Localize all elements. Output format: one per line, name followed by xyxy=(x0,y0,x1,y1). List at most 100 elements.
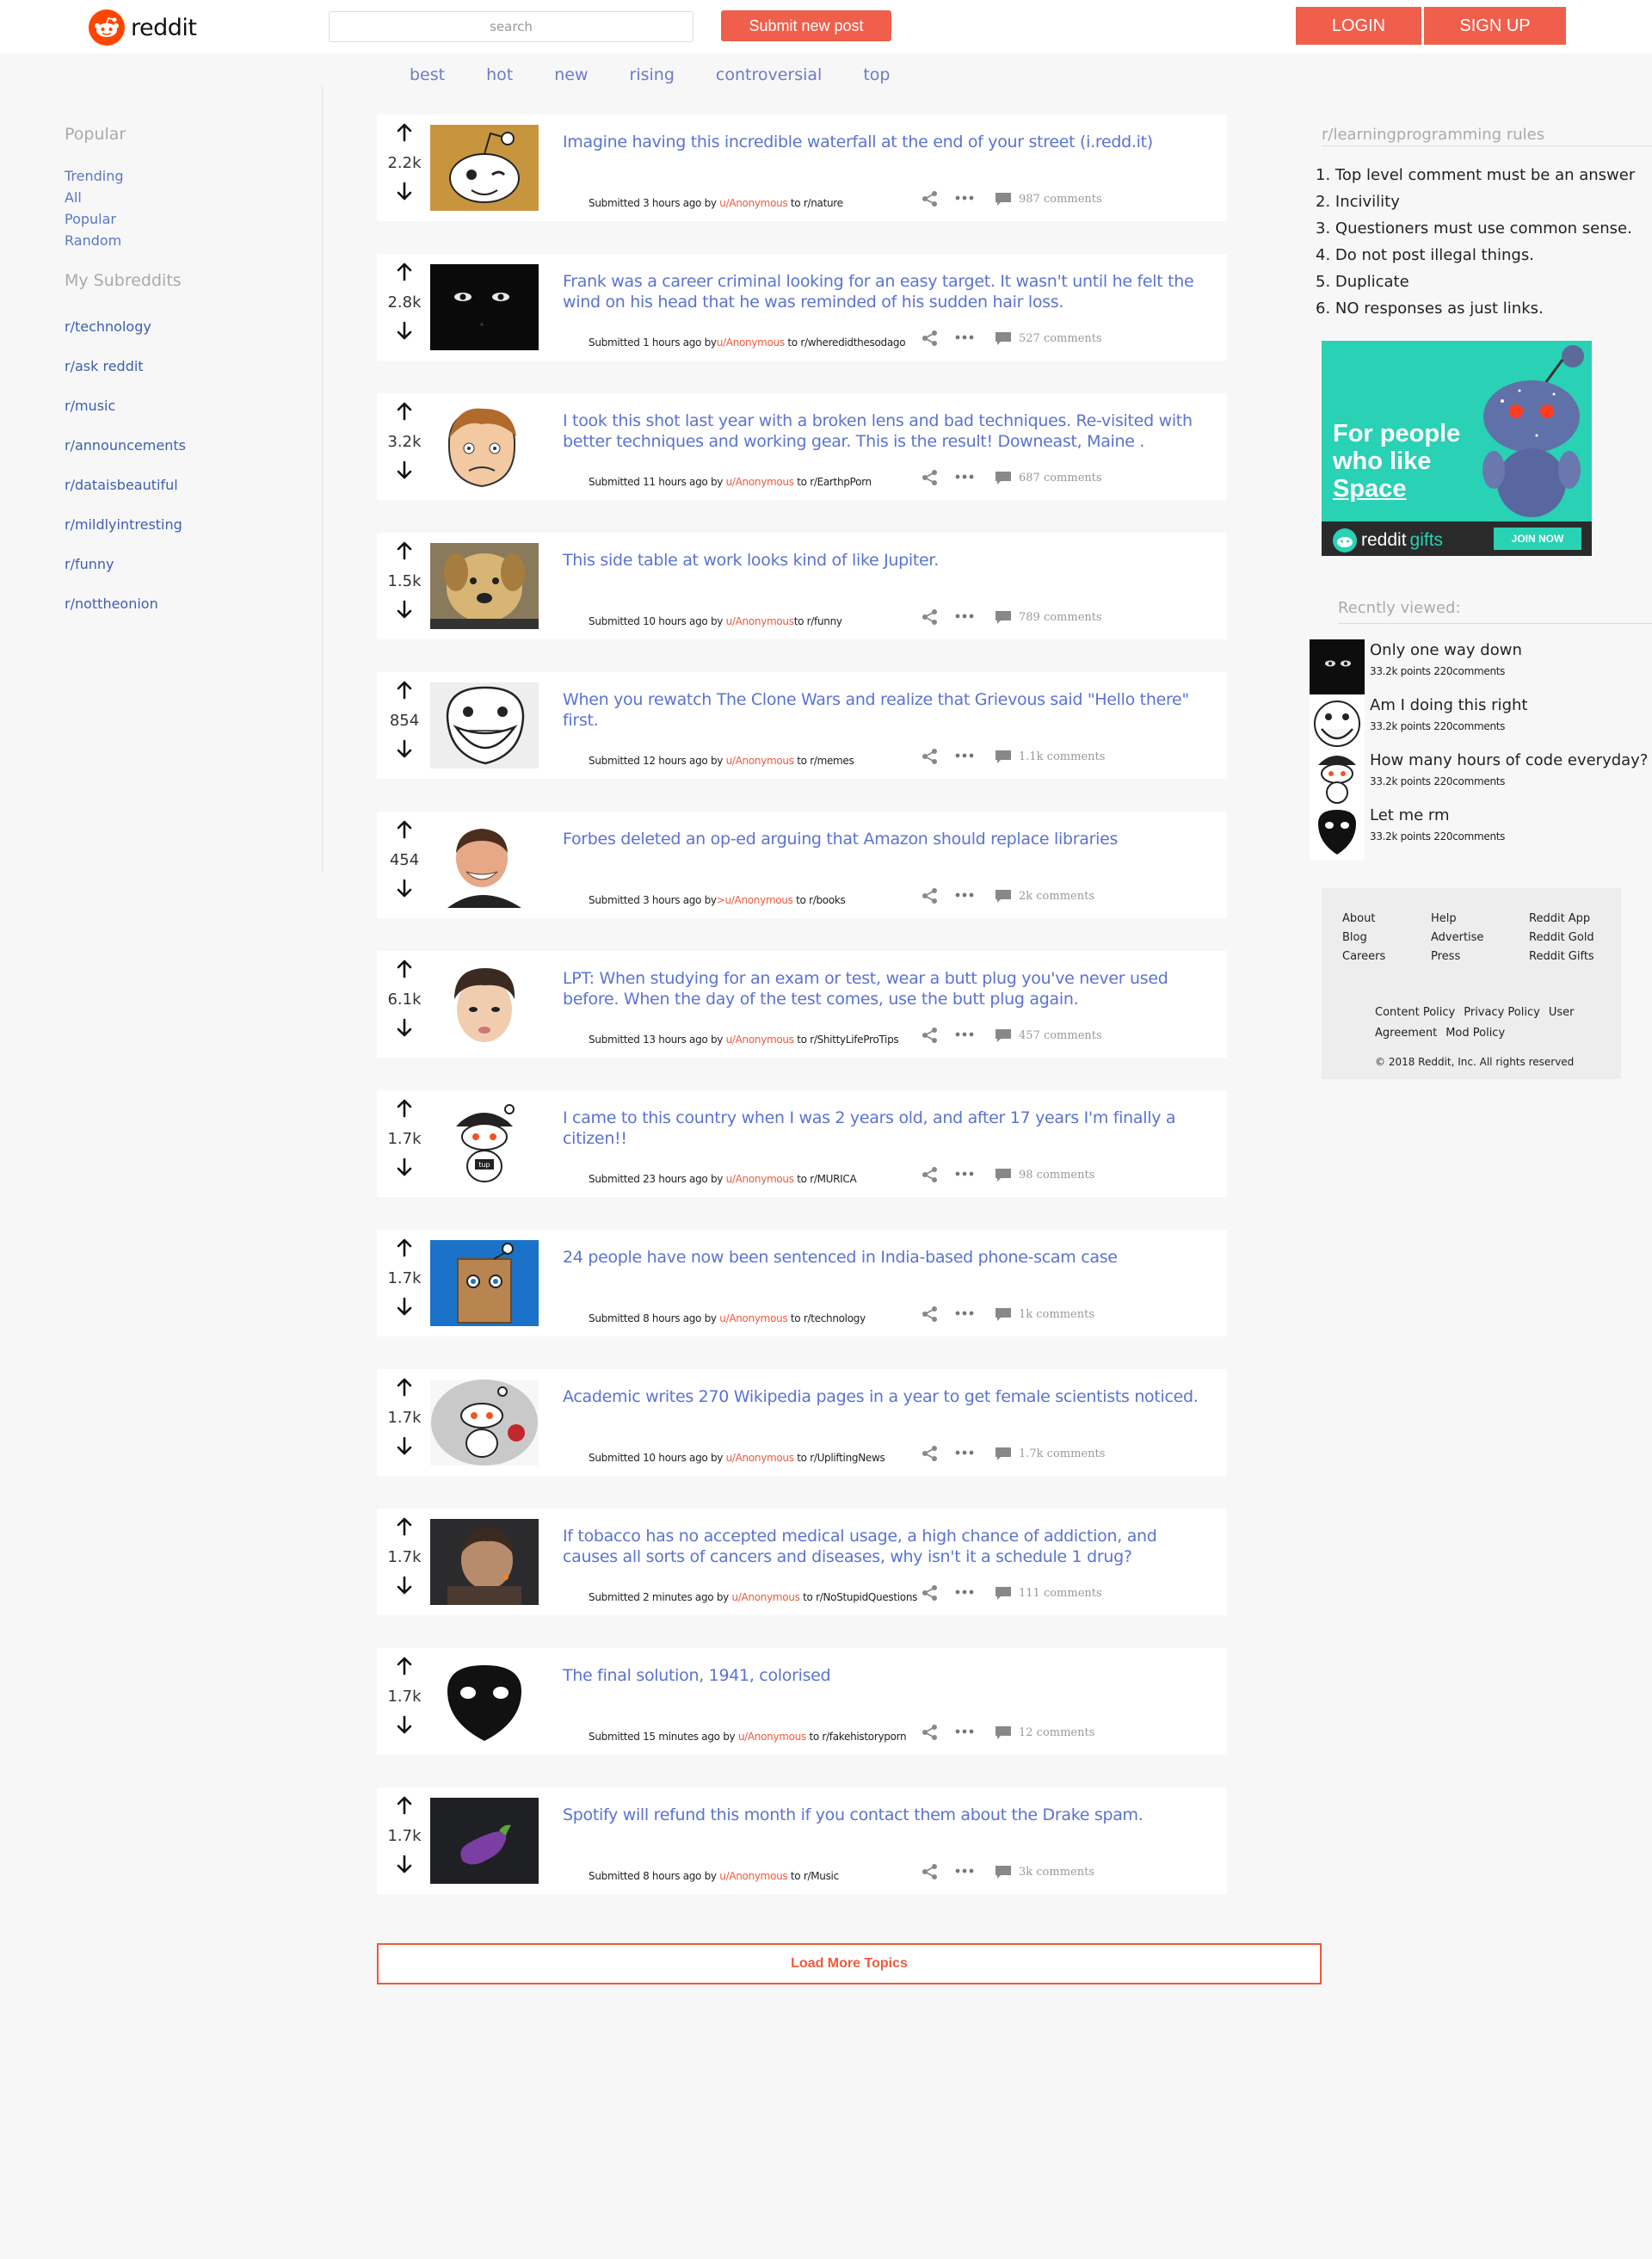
post-author-link[interactable]: u/Anonymous xyxy=(719,1312,787,1324)
share-icon[interactable] xyxy=(922,1305,939,1323)
post-author-link[interactable]: u/Anonymous xyxy=(719,1870,787,1882)
post-thumbnail[interactable] xyxy=(430,1798,539,1884)
post-subreddit-link[interactable]: r/memes xyxy=(810,755,854,767)
post-thumbnail[interactable] xyxy=(430,1379,539,1466)
post-card[interactable]: 2.8k Frank was a career criminal looking… xyxy=(377,254,1227,361)
more-options-icon[interactable] xyxy=(955,1307,974,1319)
tab-hot[interactable]: hot xyxy=(486,65,513,84)
share-icon[interactable] xyxy=(922,608,939,626)
post-subreddit-link[interactable]: r/fakehistoryporn xyxy=(822,1731,906,1743)
recent-item-title[interactable]: How many hours of code everyday? xyxy=(1370,751,1648,769)
post-title[interactable]: Academic writes 270 Wikipedia pages in a… xyxy=(563,1386,1199,1407)
footer-link-press[interactable]: Press xyxy=(1431,950,1483,969)
more-options-icon[interactable] xyxy=(955,610,974,622)
tab-controversial[interactable]: controversial xyxy=(716,65,822,84)
post-thumbnail[interactable] xyxy=(430,682,539,768)
post-thumbnail[interactable] xyxy=(430,125,539,211)
sidebar-link-random[interactable]: Random xyxy=(65,232,124,254)
comments-link[interactable]: 111 comments xyxy=(995,1586,1102,1601)
footer-link-advertise[interactable]: Advertise xyxy=(1431,931,1483,950)
post-author-link[interactable]: u/Anonymous xyxy=(738,1731,806,1743)
post-thumbnail[interactable] xyxy=(430,404,539,490)
reddit-gifts-ad[interactable]: For people who like Space reddit gifts JO… xyxy=(1322,341,1592,556)
post-subreddit-link[interactable]: r/funny xyxy=(807,615,842,627)
share-icon[interactable] xyxy=(922,1445,939,1462)
post-card[interactable]: 1.7k Spotify will refund this month if y… xyxy=(377,1787,1227,1894)
upvote-arrow-icon[interactable] xyxy=(396,541,413,560)
downvote-arrow-icon[interactable] xyxy=(396,1576,413,1595)
sidebar-sub-mildlyintresting[interactable]: r/mildlyintresting xyxy=(65,516,186,556)
downvote-arrow-icon[interactable] xyxy=(396,1297,413,1316)
upvote-arrow-icon[interactable] xyxy=(396,681,413,700)
load-more-button[interactable]: Load More Topics xyxy=(377,1943,1322,1984)
downvote-arrow-icon[interactable] xyxy=(396,1436,413,1455)
more-options-icon[interactable] xyxy=(955,331,974,343)
footer-link-reddit-app[interactable]: Reddit App xyxy=(1529,912,1594,931)
post-subreddit-link[interactable]: r/UpliftingNews xyxy=(810,1452,885,1464)
post-title[interactable]: This side table at work looks kind of li… xyxy=(563,550,1199,571)
recent-item[interactable]: Am I doing this right 33.2k points 220co… xyxy=(1310,694,1652,750)
comments-link[interactable]: 2k comments xyxy=(995,889,1094,904)
sidebar-sub-dataisbeautiful[interactable]: r/dataisbeautiful xyxy=(65,477,186,516)
comments-link[interactable]: 98 comments xyxy=(995,1168,1094,1182)
post-title[interactable]: LPT: When studying for an exam or test, … xyxy=(563,968,1199,1009)
footer-link-help[interactable]: Help xyxy=(1431,912,1483,931)
sidebar-link-all[interactable]: All xyxy=(65,189,124,211)
downvote-arrow-icon[interactable] xyxy=(396,1715,413,1734)
downvote-arrow-icon[interactable] xyxy=(396,182,413,201)
footer-link-content-policy[interactable]: Content Policy xyxy=(1375,1006,1455,1019)
more-options-icon[interactable] xyxy=(955,750,974,762)
downvote-arrow-icon[interactable] xyxy=(396,1018,413,1037)
post-title[interactable]: Frank was a career criminal looking for … xyxy=(563,271,1199,312)
upvote-arrow-icon[interactable] xyxy=(396,1796,413,1815)
more-options-icon[interactable] xyxy=(955,1028,974,1040)
post-author-link[interactable]: u/Anonymous xyxy=(732,1591,800,1603)
post-thumbnail[interactable]: tup xyxy=(430,1101,539,1187)
footer-link-careers[interactable]: Careers xyxy=(1342,950,1385,969)
upvote-arrow-icon[interactable] xyxy=(396,1517,413,1536)
share-icon[interactable] xyxy=(922,1584,939,1602)
footer-link-reddit-gifts[interactable]: Reddit Gifts xyxy=(1529,950,1594,969)
post-subreddit-link[interactable]: r/books xyxy=(809,894,846,906)
comments-link[interactable]: 12 comments xyxy=(995,1725,1094,1740)
post-title[interactable]: The final solution, 1941, colorised xyxy=(563,1665,1199,1686)
footer-link-reddit-gold[interactable]: Reddit Gold xyxy=(1529,931,1594,950)
more-options-icon[interactable] xyxy=(955,1447,974,1459)
downvote-arrow-icon[interactable] xyxy=(396,1855,413,1873)
more-options-icon[interactable] xyxy=(955,192,974,204)
footer-link-about[interactable]: About xyxy=(1342,912,1385,931)
tab-best[interactable]: best xyxy=(410,65,445,84)
sidebar-sub-funny[interactable]: r/funny xyxy=(65,556,186,596)
post-author-link[interactable]: u/Anonymous xyxy=(726,755,794,767)
post-title[interactable]: If tobacco has no accepted medical usage… xyxy=(563,1526,1199,1567)
post-subreddit-link[interactable]: r/nature xyxy=(804,197,843,209)
recent-item[interactable]: Only one way down 33.2k points 220commen… xyxy=(1310,639,1652,694)
comments-link[interactable]: 1k comments xyxy=(995,1307,1094,1322)
comments-link[interactable]: 527 comments xyxy=(995,331,1102,346)
upvote-arrow-icon[interactable] xyxy=(396,820,413,839)
post-author-link[interactable]: >u/Anonymous xyxy=(717,894,793,906)
post-author-link[interactable]: u/Anonymous xyxy=(726,1034,794,1046)
upvote-arrow-icon[interactable] xyxy=(396,1657,413,1676)
post-title[interactable]: 24 people have now been sentenced in Ind… xyxy=(563,1247,1199,1268)
post-subreddit-link[interactable]: r/ShittyLifeProTips xyxy=(810,1034,898,1046)
downvote-arrow-icon[interactable] xyxy=(396,1157,413,1176)
share-icon[interactable] xyxy=(922,748,939,765)
downvote-arrow-icon[interactable] xyxy=(396,321,413,340)
sidebar-sub-nottheonion[interactable]: r/nottheonion xyxy=(65,596,186,635)
upvote-arrow-icon[interactable] xyxy=(396,123,413,142)
post-card[interactable]: 3.2k I took this shot last year with a b… xyxy=(377,393,1227,500)
post-thumbnail[interactable] xyxy=(430,1240,539,1326)
post-subreddit-link[interactable]: r/wheredidthesodago xyxy=(800,336,905,349)
submit-new-post-button[interactable]: Submit new post xyxy=(721,10,891,41)
post-title[interactable]: Imagine having this incredible waterfall… xyxy=(563,132,1199,152)
post-thumbnail[interactable] xyxy=(430,264,539,350)
post-author-link[interactable]: u/Anonymous xyxy=(719,197,787,209)
upvote-arrow-icon[interactable] xyxy=(396,262,413,281)
post-thumbnail[interactable] xyxy=(430,543,539,629)
post-title[interactable]: When you rewatch The Clone Wars and real… xyxy=(563,689,1199,731)
post-title[interactable]: Forbes deleted an op-ed arguing that Ama… xyxy=(563,829,1199,849)
share-icon[interactable] xyxy=(922,469,939,486)
tab-rising[interactable]: rising xyxy=(630,65,675,84)
post-card[interactable]: 1.7k Academic writes 270 Wikipedia pages… xyxy=(377,1369,1227,1476)
